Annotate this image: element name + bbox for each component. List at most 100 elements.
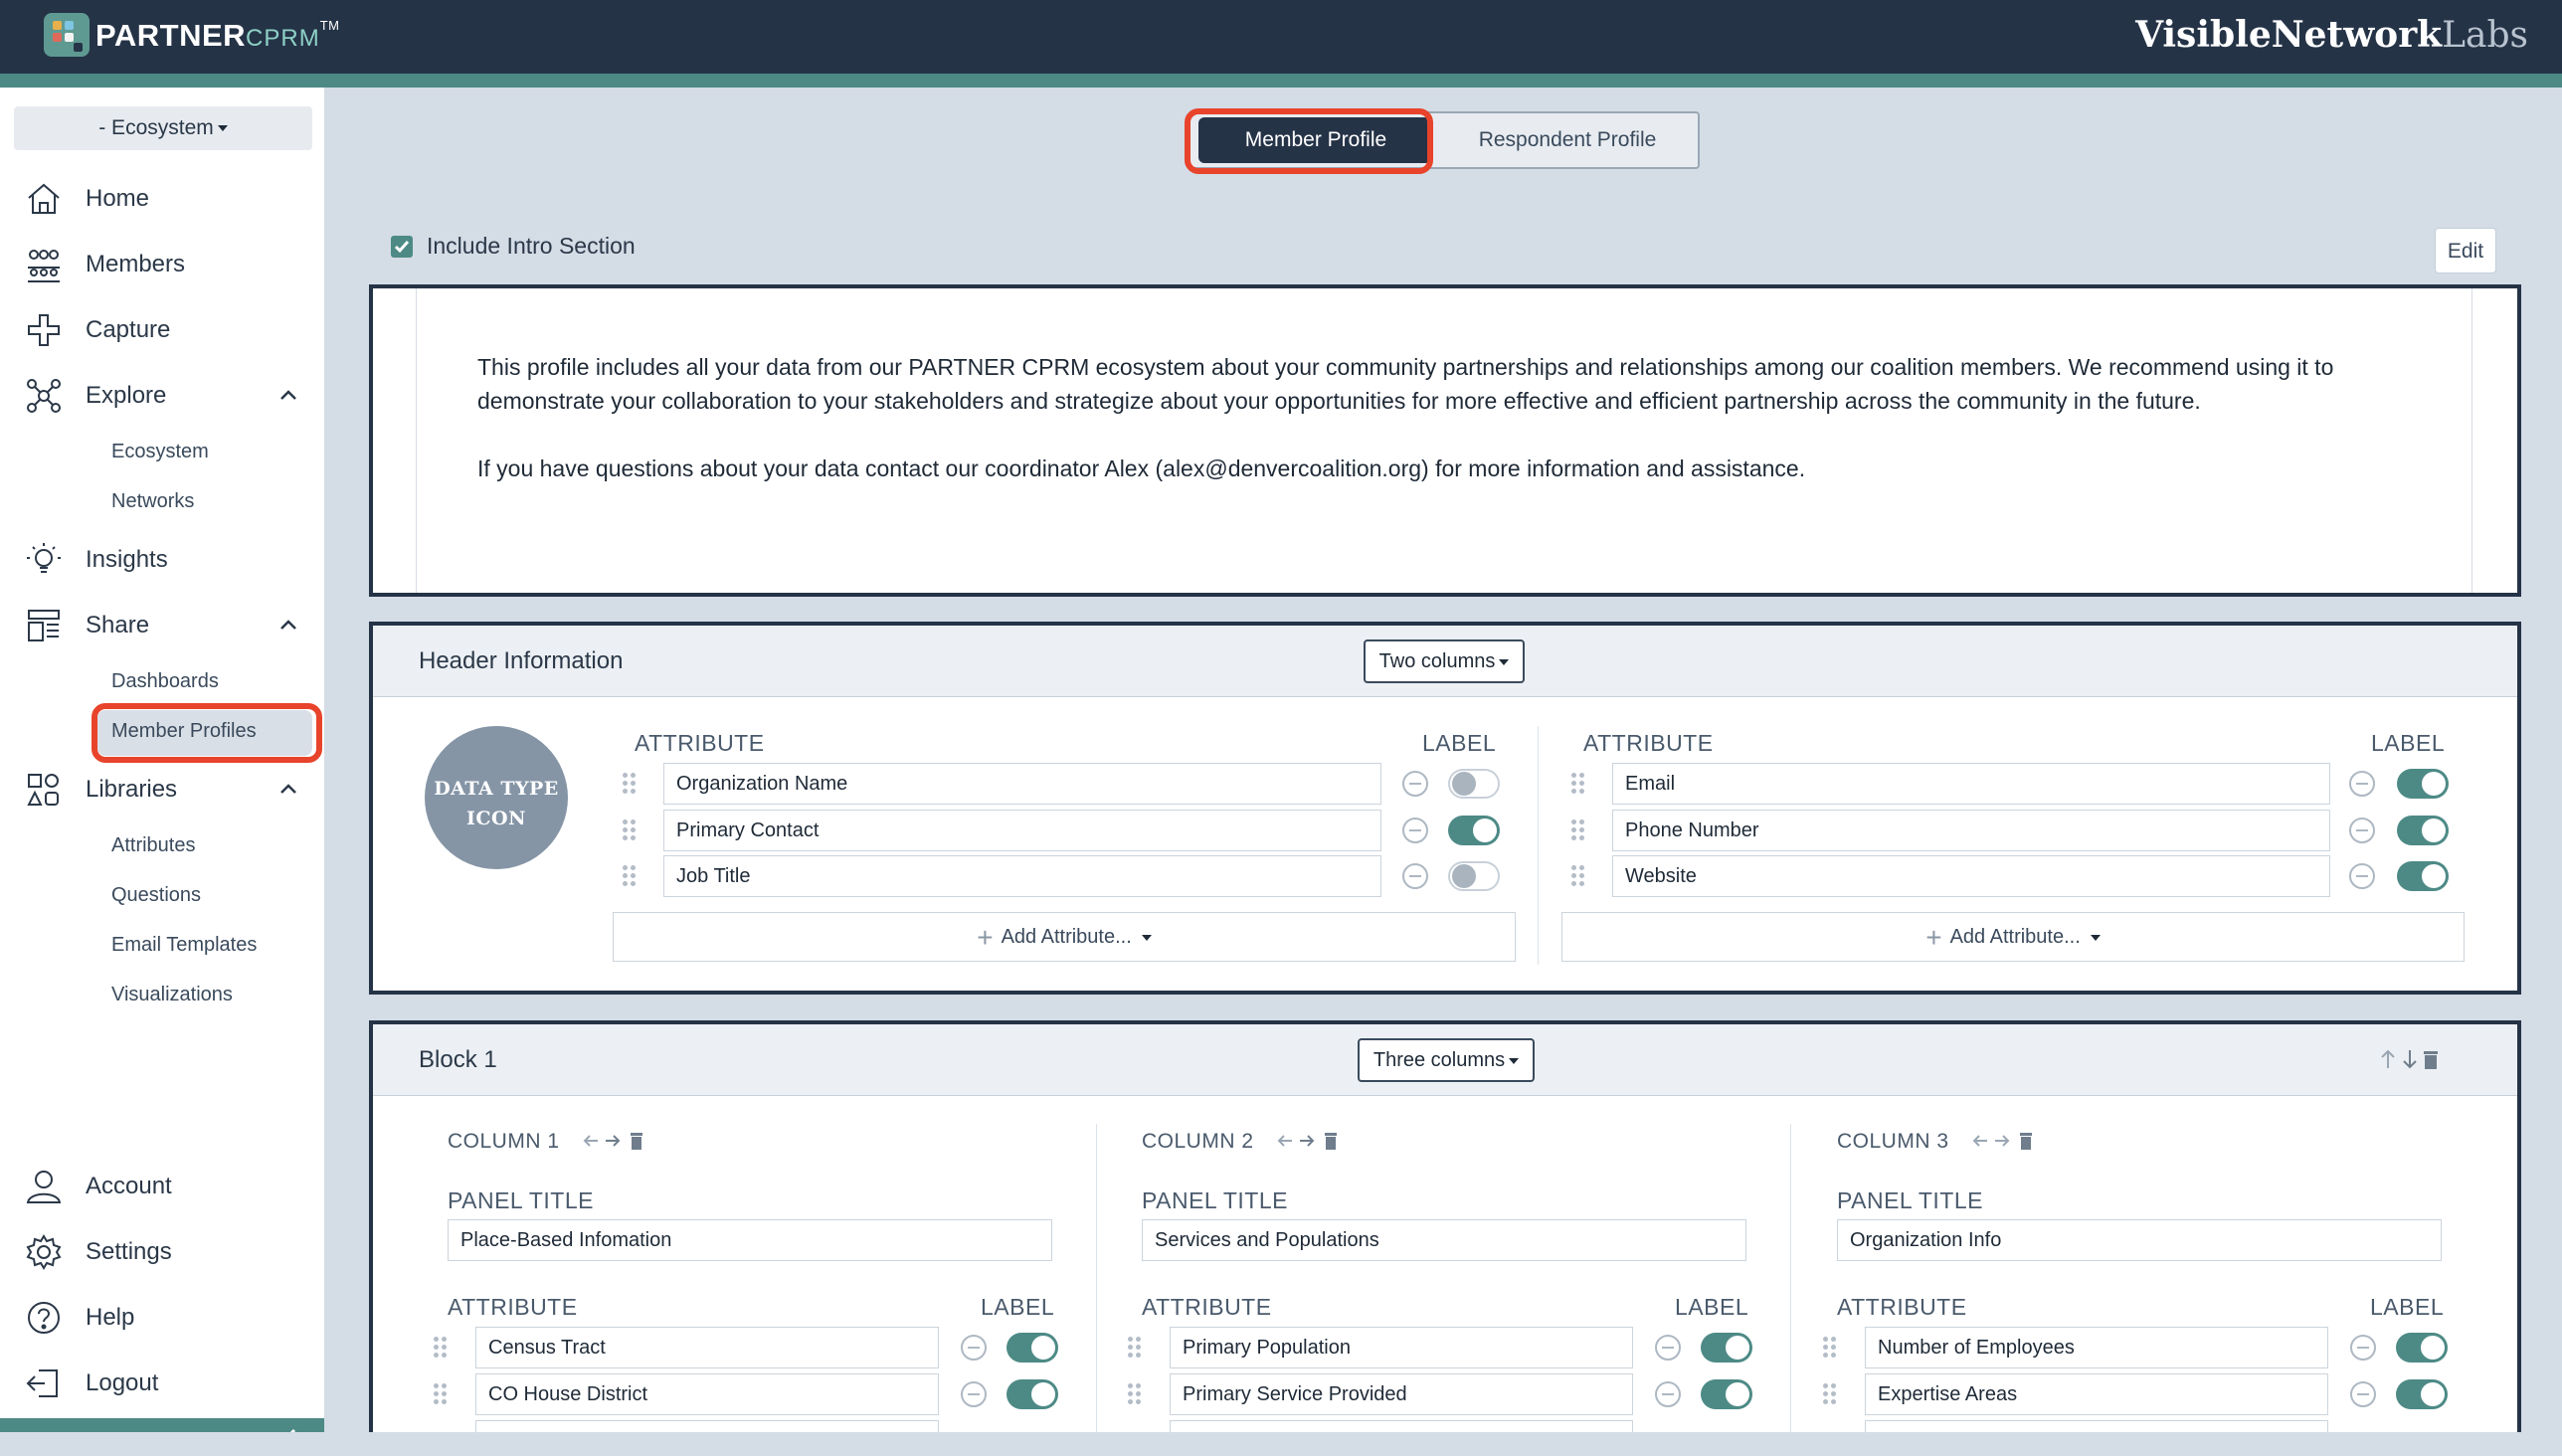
arrow-left-icon[interactable] xyxy=(1276,1132,1294,1150)
remove-icon[interactable] xyxy=(2349,863,2375,889)
sidebar-item-questions[interactable]: Questions xyxy=(111,884,201,907)
drag-handle-icon[interactable] xyxy=(434,1383,448,1405)
nav-capture[interactable]: Capture xyxy=(24,310,170,350)
label-toggle[interactable] xyxy=(2397,861,2449,891)
arrow-right-icon[interactable] xyxy=(1298,1132,1316,1150)
sidebar-item-ecosystem[interactable]: Ecosystem xyxy=(111,441,209,463)
arrow-left-icon[interactable] xyxy=(582,1132,600,1150)
attribute-field[interactable] xyxy=(1865,1420,2328,1432)
remove-icon[interactable] xyxy=(961,1381,987,1407)
attribute-field[interactable]: Primary Population xyxy=(1170,1327,1633,1368)
label-toggle[interactable] xyxy=(1006,1379,1058,1409)
nav-home[interactable]: Home xyxy=(24,179,149,219)
remove-icon[interactable] xyxy=(2349,771,2375,797)
remove-icon[interactable] xyxy=(1402,771,1428,797)
remove-icon[interactable] xyxy=(1655,1381,1681,1407)
remove-icon[interactable] xyxy=(961,1335,987,1361)
attribute-field[interactable]: Primary Contact xyxy=(663,810,1381,851)
remove-icon[interactable] xyxy=(1402,863,1428,889)
trash-icon[interactable] xyxy=(630,1131,643,1151)
sidebar-item-visualizations[interactable]: Visualizations xyxy=(111,984,233,1006)
drag-handle-icon[interactable] xyxy=(1571,773,1585,795)
panel-title-input[interactable]: Organization Info xyxy=(1837,1219,2442,1261)
panel-title-input[interactable]: Services and Populations xyxy=(1142,1219,1746,1261)
remove-icon[interactable] xyxy=(1655,1335,1681,1361)
column-layout-select[interactable]: Three columns xyxy=(1358,1038,1535,1082)
drag-handle-icon[interactable] xyxy=(434,1337,448,1359)
nav-settings[interactable]: Settings xyxy=(24,1232,172,1272)
nav-help[interactable]: Help xyxy=(24,1298,134,1338)
drag-handle-icon[interactable] xyxy=(623,773,637,795)
edit-intro-button[interactable]: Edit xyxy=(2435,228,2496,273)
panel-title-input[interactable]: Place-Based Infomation xyxy=(448,1219,1052,1261)
trash-icon[interactable] xyxy=(2422,1048,2440,1070)
label-toggle[interactable] xyxy=(2396,1379,2448,1409)
include-intro-checkbox[interactable] xyxy=(391,236,413,258)
remove-icon[interactable] xyxy=(2350,1335,2376,1361)
label-toggle[interactable] xyxy=(2397,816,2449,845)
include-intro-label[interactable]: Include Intro Section xyxy=(427,233,636,260)
attribute-field[interactable]: Job Title xyxy=(663,855,1381,897)
arrow-left-icon[interactable] xyxy=(1971,1132,1989,1150)
sidebar-item-member-profiles[interactable]: Member Profiles xyxy=(111,720,257,743)
trash-icon[interactable] xyxy=(2019,1131,2033,1151)
sidebar-item-attributes[interactable]: Attributes xyxy=(111,834,195,857)
arrow-right-icon[interactable] xyxy=(604,1132,622,1150)
label-toggle[interactable] xyxy=(1701,1379,1752,1409)
label-toggle[interactable] xyxy=(1448,769,1500,799)
add-attribute-button[interactable]: + Add Attribute... xyxy=(1561,912,2465,962)
data-type-icon[interactable]: DATA TYPE ICON xyxy=(425,726,568,869)
attribute-field[interactable]: Number of Employees xyxy=(1865,1327,2328,1368)
nav-members[interactable]: Members xyxy=(24,245,185,284)
label-toggle[interactable] xyxy=(2396,1333,2448,1363)
nav-explore[interactable]: Explore xyxy=(24,376,166,416)
chevron-up-icon[interactable] xyxy=(274,776,302,804)
remove-icon[interactable] xyxy=(2350,1381,2376,1407)
nav-share[interactable]: Share xyxy=(24,606,149,645)
sidebar-item-email-templates[interactable]: Email Templates xyxy=(111,934,257,957)
intro-editor[interactable] xyxy=(416,288,2472,593)
nav-account[interactable]: Account xyxy=(24,1167,172,1206)
arrow-down-icon[interactable] xyxy=(2400,1048,2420,1070)
attribute-field[interactable]: Email xyxy=(1612,763,2330,805)
trash-icon[interactable] xyxy=(1324,1131,1338,1151)
nav-logout[interactable]: Logout xyxy=(24,1364,158,1403)
attribute-field[interactable]: CO House District xyxy=(475,1373,939,1415)
label-toggle[interactable] xyxy=(1006,1333,1058,1363)
attribute-field[interactable]: Website xyxy=(1612,855,2330,897)
nav-libraries[interactable]: Libraries xyxy=(24,770,177,810)
attribute-field[interactable] xyxy=(475,1420,939,1432)
arrow-up-icon[interactable] xyxy=(2378,1048,2398,1070)
tab-respondent-profile[interactable]: Respondent Profile xyxy=(1443,117,1692,163)
label-toggle[interactable] xyxy=(1448,816,1500,845)
drag-handle-icon[interactable] xyxy=(1128,1337,1142,1359)
chevron-up-icon[interactable] xyxy=(274,612,302,639)
drag-handle-icon[interactable] xyxy=(623,865,637,887)
attribute-field[interactable]: Expertise Areas xyxy=(1865,1373,2328,1415)
nav-insights[interactable]: Insights xyxy=(24,540,168,580)
label-toggle[interactable] xyxy=(2397,769,2449,799)
drag-handle-icon[interactable] xyxy=(1571,865,1585,887)
label-toggle[interactable] xyxy=(1448,861,1500,891)
drag-handle-icon[interactable] xyxy=(1823,1337,1837,1359)
remove-icon[interactable] xyxy=(2349,818,2375,843)
attribute-field[interactable]: Phone Number xyxy=(1612,810,2330,851)
arrow-right-icon[interactable] xyxy=(1993,1132,2011,1150)
sidebar-item-dashboards[interactable]: Dashboards xyxy=(111,670,219,693)
sidebar-item-networks[interactable]: Networks xyxy=(111,490,194,513)
partner-logo[interactable]: PARTNERCPRMTM xyxy=(95,18,340,54)
chevron-up-icon[interactable] xyxy=(274,382,302,410)
add-attribute-button[interactable]: + Add Attribute... xyxy=(613,912,1516,962)
drag-handle-icon[interactable] xyxy=(1571,819,1585,841)
label-toggle[interactable] xyxy=(1701,1333,1752,1363)
attribute-field[interactable]: Primary Service Provided xyxy=(1170,1373,1633,1415)
ecosystem-select[interactable]: - Ecosystem xyxy=(14,106,312,150)
attribute-field[interactable]: Organization Name xyxy=(663,763,1381,805)
drag-handle-icon[interactable] xyxy=(1128,1383,1142,1405)
remove-icon[interactable] xyxy=(1402,818,1428,843)
attribute-field[interactable]: Census Tract xyxy=(475,1327,939,1368)
drag-handle-icon[interactable] xyxy=(623,819,637,841)
column-layout-select[interactable]: Two columns xyxy=(1364,639,1525,683)
attribute-field[interactable] xyxy=(1170,1420,1633,1432)
drag-handle-icon[interactable] xyxy=(1823,1383,1837,1405)
